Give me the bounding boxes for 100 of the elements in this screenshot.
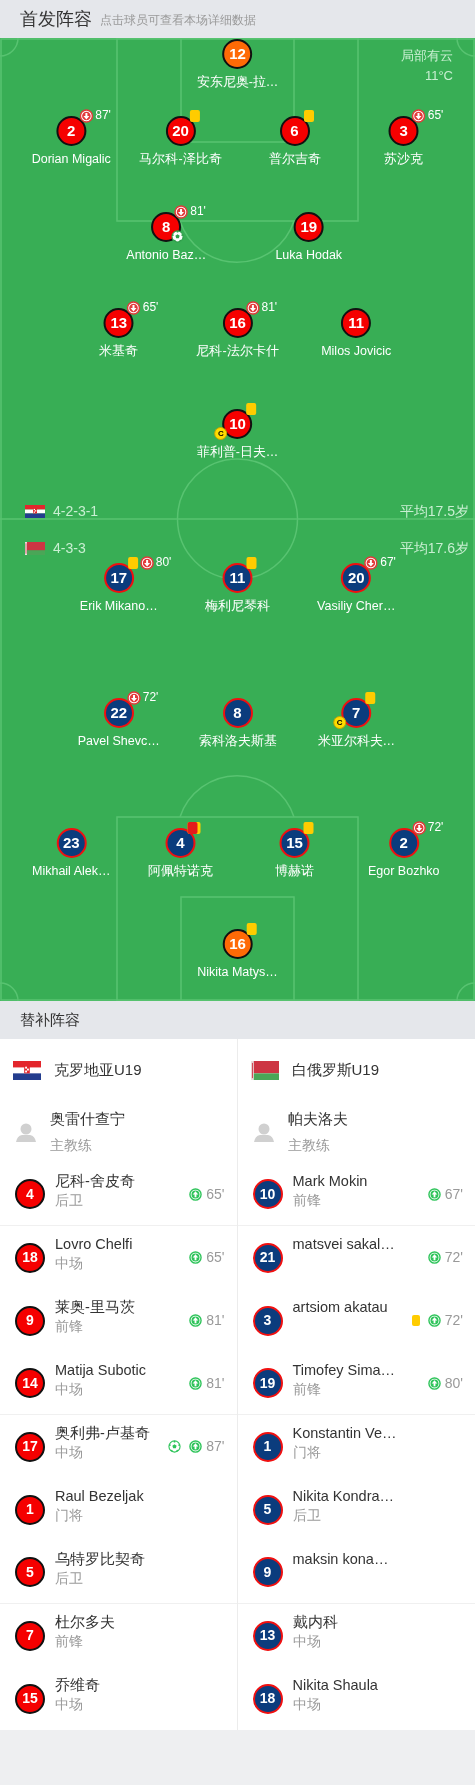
player-number[interactable]: 4	[15, 1179, 45, 1209]
player-name[interactable]: Matija Subotic	[55, 1361, 190, 1380]
sub-out-minute: 72'	[142, 689, 159, 706]
player-name[interactable]: 乌特罗比契奇	[55, 1550, 225, 1569]
player-position: 中场	[55, 1696, 84, 1714]
sub-out-minute: 81'	[261, 299, 278, 316]
player-name[interactable]: Raul Bezeljak	[55, 1487, 225, 1506]
player-name: 米亚尔科夫…	[317, 734, 395, 750]
person-icon	[16, 1122, 36, 1142]
sub-in-minute: 72'	[444, 1248, 463, 1267]
player-name: Erik Mikano…	[79, 599, 158, 615]
player-number[interactable]: 5	[15, 1557, 45, 1587]
player-number[interactable]: 11	[222, 563, 253, 593]
player-name[interactable]: matsvei sakal…	[292, 1235, 428, 1254]
player-name: 安东尼奥-拉…	[196, 75, 279, 91]
formation: 4-3-3	[53, 539, 86, 558]
player-name[interactable]: 莱奥-里马茨	[55, 1298, 190, 1317]
sub-in-minute: 87'	[206, 1437, 225, 1456]
player-number[interactable]: 2	[388, 828, 419, 858]
player-number[interactable]: 1	[252, 1431, 283, 1462]
player-name[interactable]: 尼科-舍皮奇	[55, 1172, 190, 1191]
sub-out-icon	[139, 556, 154, 570]
coach-role: 主教练	[287, 1135, 331, 1155]
sub-in-icon	[427, 1376, 441, 1390]
player-name[interactable]: Nikita Shaula	[292, 1676, 463, 1695]
player-number[interactable]: 10	[252, 1179, 283, 1209]
player-position: 后卫	[292, 1507, 322, 1525]
sub-in-minute: 81'	[206, 1311, 225, 1330]
person-icon	[253, 1122, 274, 1142]
player-number[interactable]: 4	[165, 828, 196, 858]
player-position: 中场	[292, 1633, 322, 1651]
player-name[interactable]: Nikita Kondra…	[292, 1487, 463, 1506]
sub-in-minute: 81'	[206, 1373, 225, 1393]
player-position: 后卫	[55, 1192, 84, 1210]
player-position: 前锋	[292, 1381, 322, 1399]
sub-out-minute: 65'	[142, 299, 159, 316]
player-name: 菲利普-日夫…	[196, 445, 279, 461]
player-name[interactable]: maksin kona…	[292, 1550, 463, 1569]
sub-in-minute: 65'	[206, 1248, 225, 1267]
player-number[interactable]: 20	[165, 116, 196, 146]
player-number[interactable]: 13	[252, 1620, 283, 1651]
player-number[interactable]: 8	[222, 698, 253, 728]
sub-in-icon	[427, 1314, 441, 1327]
player-number[interactable]: 3	[252, 1305, 283, 1336]
player-name[interactable]: 杜尔多夫	[55, 1613, 225, 1632]
player-name[interactable]: 乔维奇	[55, 1676, 225, 1695]
player-name[interactable]: Lovro Chelfi	[55, 1235, 190, 1254]
player-name[interactable]: 戴内科	[292, 1613, 463, 1632]
player-name[interactable]: artsiom akatau	[292, 1298, 412, 1317]
captain-badge: C	[333, 716, 347, 729]
player-number[interactable]: 1	[15, 1494, 45, 1525]
player-name[interactable]: 奥利弗-卢基奇	[55, 1424, 169, 1443]
player-number[interactable]: 18	[252, 1683, 283, 1714]
sub-out-icon	[245, 301, 260, 315]
player-number[interactable]: 15	[15, 1683, 45, 1714]
player-name: 索科洛夫斯基	[198, 734, 277, 750]
player-number[interactable]: 13	[103, 308, 134, 338]
player-number[interactable]: 6	[279, 116, 310, 146]
section-title: 替补阵容	[20, 1009, 80, 1030]
player-position: 门将	[55, 1507, 84, 1525]
player-number[interactable]: 11	[341, 308, 372, 338]
player-number[interactable]: 5	[252, 1494, 283, 1525]
player-position: 后卫	[55, 1570, 84, 1588]
sub-out-icon	[174, 205, 189, 219]
player-number[interactable]: 19	[293, 212, 324, 242]
player-number[interactable]: 15	[279, 828, 310, 858]
player-name[interactable]: Timofey Sima…	[292, 1361, 428, 1380]
player-number[interactable]: 17	[103, 563, 134, 593]
player-name: 马尔科-泽比奇	[139, 152, 222, 168]
sub-out-icon	[364, 556, 379, 570]
sub-out-minute: 87'	[95, 107, 111, 124]
player-number[interactable]: 3	[388, 116, 419, 146]
player-position: 中场	[55, 1381, 84, 1399]
player-number[interactable]: 9	[15, 1305, 45, 1336]
player-number[interactable]: 14	[15, 1368, 45, 1398]
player-number[interactable]: 2	[56, 116, 87, 146]
captain-badge: C	[214, 427, 228, 440]
sub-in-minute: 65'	[206, 1184, 225, 1204]
player-name[interactable]: Mark Mokin	[292, 1172, 428, 1191]
player-number[interactable]: 17	[15, 1431, 45, 1462]
player-number[interactable]: 9	[252, 1557, 283, 1587]
player-number[interactable]: 18	[15, 1242, 45, 1273]
player-name: Nikita Matys…	[197, 965, 278, 981]
sub-in-icon	[189, 1440, 203, 1453]
sub-out-icon	[411, 821, 426, 835]
sub-in-icon	[189, 1187, 203, 1201]
player-number[interactable]: 21	[252, 1242, 283, 1273]
sub-out-icon	[126, 301, 141, 315]
player-number[interactable]: 22	[103, 698, 134, 728]
weather-condition: 局部有云	[401, 47, 453, 65]
player-number[interactable]: 7	[15, 1620, 45, 1651]
player-number[interactable]: 19	[252, 1368, 283, 1398]
player-number[interactable]: 16	[222, 308, 253, 338]
sub-in-minute: 80'	[444, 1373, 463, 1393]
player-number[interactable]: 20	[341, 563, 372, 593]
player-number[interactable]: 23	[56, 828, 87, 858]
player-position: 前锋	[55, 1318, 84, 1336]
player-number[interactable]: 7	[341, 698, 372, 728]
player-name: 苏沙克	[384, 152, 424, 168]
player-name[interactable]: Konstantin Ve…	[292, 1424, 463, 1443]
